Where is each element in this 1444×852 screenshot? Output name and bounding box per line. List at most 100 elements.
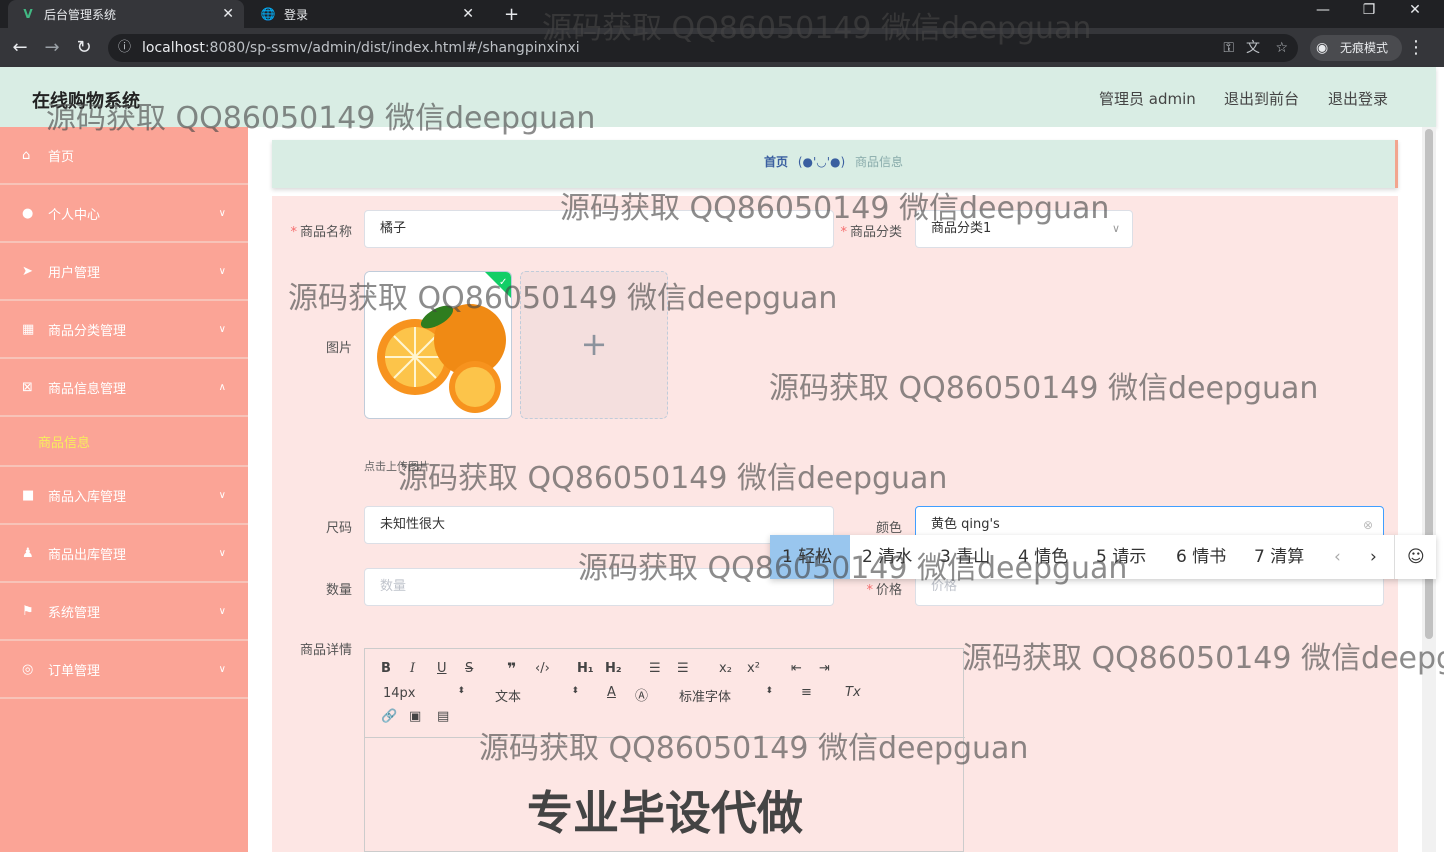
close-tab-icon[interactable]: ✕ <box>222 6 234 22</box>
rich-text-editor: B I U S ❞ ‹/› H₁ H₂ ☰ ☰ x₂ x² ⇤ ⇥ 14px ⬍ … <box>364 648 965 852</box>
align-icon[interactable]: ≡ <box>801 685 812 700</box>
delete-box-icon: ⊠ <box>22 379 33 395</box>
incognito-badge[interactable]: ◉ 无痕模式 <box>1310 35 1402 61</box>
reload-icon[interactable]: ↻ <box>73 37 95 58</box>
emoji-icon[interactable]: ☺ <box>1394 535 1436 579</box>
ime-candidate[interactable]: 7 清算 <box>1242 535 1322 579</box>
select-arrows-icon: ⬍ <box>765 686 773 696</box>
font-family-value: 标准字体 <box>679 690 732 705</box>
font-family-select[interactable]: 标准字体 ⬍ <box>679 686 773 705</box>
restore-button[interactable]: ❐ <box>1349 2 1389 18</box>
minimize-button[interactable]: — <box>1303 2 1343 18</box>
ime-next-icon[interactable]: › <box>1358 535 1394 579</box>
new-tab-button[interactable]: + <box>492 0 522 28</box>
font-size-select[interactable]: 14px ⬍ <box>383 686 465 701</box>
sidebar-item-category[interactable]: ▦ 商品分类管理 ∨ <box>0 301 248 359</box>
menu-dots-icon[interactable]: ⋮ <box>1405 37 1427 58</box>
person-icon: ♟ <box>22 545 34 561</box>
quote-icon[interactable]: ❞ <box>507 659 516 678</box>
image-icon[interactable]: ▣ <box>409 709 421 724</box>
ime-candidate[interactable]: 6 情书 <box>1164 535 1242 579</box>
sidebar-item-stock-in[interactable]: ■ 商品入库管理 ∨ <box>0 467 248 525</box>
background-color-icon[interactable]: Ⓐ <box>635 685 648 704</box>
page-scrollbar[interactable] <box>1422 127 1436 852</box>
category-select[interactable]: 商品分类1 ∨ <box>915 210 1133 248</box>
url-path: :8080/sp-ssmv/admin/dist/index.html#/sha… <box>204 40 580 56</box>
font-color-icon[interactable]: A <box>607 685 616 700</box>
qty-input[interactable]: 数量 <box>364 568 834 606</box>
color-label: 颜色 <box>875 521 902 536</box>
name-label: * 商品名称 <box>290 225 352 240</box>
underline-icon[interactable]: U <box>437 661 447 676</box>
text-type-select[interactable]: 文本 ⬍ <box>495 686 579 705</box>
sidebar-item-system[interactable]: ⚑ 系统管理 ∨ <box>0 583 248 641</box>
translate-icon[interactable]: ⽂ <box>1246 34 1260 62</box>
info-icon[interactable]: ⓘ <box>118 34 131 62</box>
indent-icon[interactable]: ⇥ <box>819 661 830 676</box>
h1-icon[interactable]: H₁ <box>577 661 594 676</box>
outdent-icon[interactable]: ⇤ <box>791 661 802 676</box>
breadcrumb-home[interactable]: 首页 <box>764 155 788 169</box>
tab-login[interactable]: 🌐 登录 ✕ <box>248 0 484 28</box>
link-icon[interactable]: 🔗 <box>381 709 397 724</box>
category-label: * 商品分类 <box>840 225 902 240</box>
upload-hint: 点击上传图片 <box>364 460 430 473</box>
sidebar-item-label: 用户管理 <box>48 265 101 281</box>
ime-candidate[interactable]: 2 清水 <box>850 535 928 579</box>
key-icon[interactable]: ⚿ <box>1223 34 1234 62</box>
sidebar-item-orders[interactable]: ◎ 订单管理 ∨ <box>0 641 248 699</box>
tab-admin[interactable]: V 后台管理系统 ✕ <box>8 0 244 28</box>
name-input[interactable]: 橘子 <box>364 210 834 248</box>
chevron-down-icon: ∨ <box>218 265 226 277</box>
ime-candidate[interactable]: 3 青山 <box>928 535 1006 579</box>
forward-arrow-icon[interactable]: → <box>41 37 63 58</box>
ime-candidate[interactable]: 1 轻松 <box>770 535 850 579</box>
close-tab-icon[interactable]: ✕ <box>462 6 474 22</box>
uploaded-image-orange[interactable]: ✓ <box>364 271 512 419</box>
breadcrumb-current: 商品信息 <box>855 155 904 169</box>
h2-icon[interactable]: H₂ <box>605 661 622 676</box>
back-arrow-icon[interactable]: ← <box>9 37 31 58</box>
bullet-list-icon[interactable]: ☰ <box>677 661 689 676</box>
star-icon[interactable]: ☆ <box>1275 34 1288 62</box>
close-window-button[interactable]: ✕ <box>1395 2 1435 18</box>
camera-icon: ■ <box>22 487 35 503</box>
code-icon[interactable]: ‹/› <box>535 661 550 676</box>
strike-icon[interactable]: S <box>465 661 473 676</box>
upload-add-button[interactable]: + <box>520 271 668 419</box>
bold-icon[interactable]: B <box>381 661 391 676</box>
address-bar[interactable]: ⓘ localhost:8080/sp-ssmv/admin/dist/inde… <box>108 34 1298 62</box>
to-front-link[interactable]: 退出到前台 <box>1224 88 1299 109</box>
ime-candidate[interactable]: 4 情色 <box>1006 535 1084 579</box>
italic-icon[interactable]: I <box>410 661 415 676</box>
vue-logo-icon: V <box>23 7 33 21</box>
breadcrumb-separator: (●'◡'●) <box>797 155 846 169</box>
sidebar-item-label: 订单管理 <box>48 663 101 679</box>
image-label: 图片 <box>325 341 352 356</box>
sidebar: ⌂ 首页 ● 个人中心 ∨ ➤ 用户管理 ∨ ▦ 商品分类管理 ∨ ⊠ 商品信息管理 ∧ 商品信息… <box>0 127 248 852</box>
ime-candidate[interactable]: 5 请示 <box>1084 535 1164 579</box>
size-input[interactable]: 未知性很大 <box>364 506 834 544</box>
sidebar-item-personal[interactable]: ● 个人中心 ∨ <box>0 185 248 243</box>
ordered-list-icon[interactable]: ☰ <box>649 661 661 676</box>
orange-photo: ✓ <box>365 272 511 418</box>
ime-prev-icon[interactable]: ‹ <box>1322 535 1358 579</box>
sidebar-subitem-goods-info[interactable]: 商品信息 <box>0 417 248 467</box>
superscript-icon[interactable]: x² <box>747 661 760 676</box>
sidebar-item-stock-out[interactable]: ♟ 商品出库管理 ∨ <box>0 525 248 583</box>
editor-content-text[interactable]: 专业毕设代做 <box>365 777 965 843</box>
sidebar-item-users[interactable]: ➤ 用户管理 ∨ <box>0 243 248 301</box>
text-type-value: 文本 <box>495 690 522 705</box>
tab-title: 后台管理系统 <box>44 7 117 22</box>
clear-format-icon[interactable]: Tx <box>845 685 861 700</box>
category-value: 商品分类1 <box>931 221 992 236</box>
color-value: 黄色 qing's <box>931 517 1000 532</box>
subscript-icon[interactable]: x₂ <box>719 661 732 676</box>
user-icon: ● <box>22 205 34 221</box>
sidebar-item-goods[interactable]: ⊠ 商品信息管理 ∧ <box>0 359 248 417</box>
video-icon[interactable]: ▤ <box>437 709 449 724</box>
sidebar-item-home[interactable]: ⌂ 首页 <box>0 127 248 185</box>
sidebar-item-label: 系统管理 <box>48 605 101 621</box>
logout-link[interactable]: 退出登录 <box>1328 88 1388 109</box>
breadcrumb: 首页 (●'◡'●) 商品信息 <box>272 140 1398 188</box>
